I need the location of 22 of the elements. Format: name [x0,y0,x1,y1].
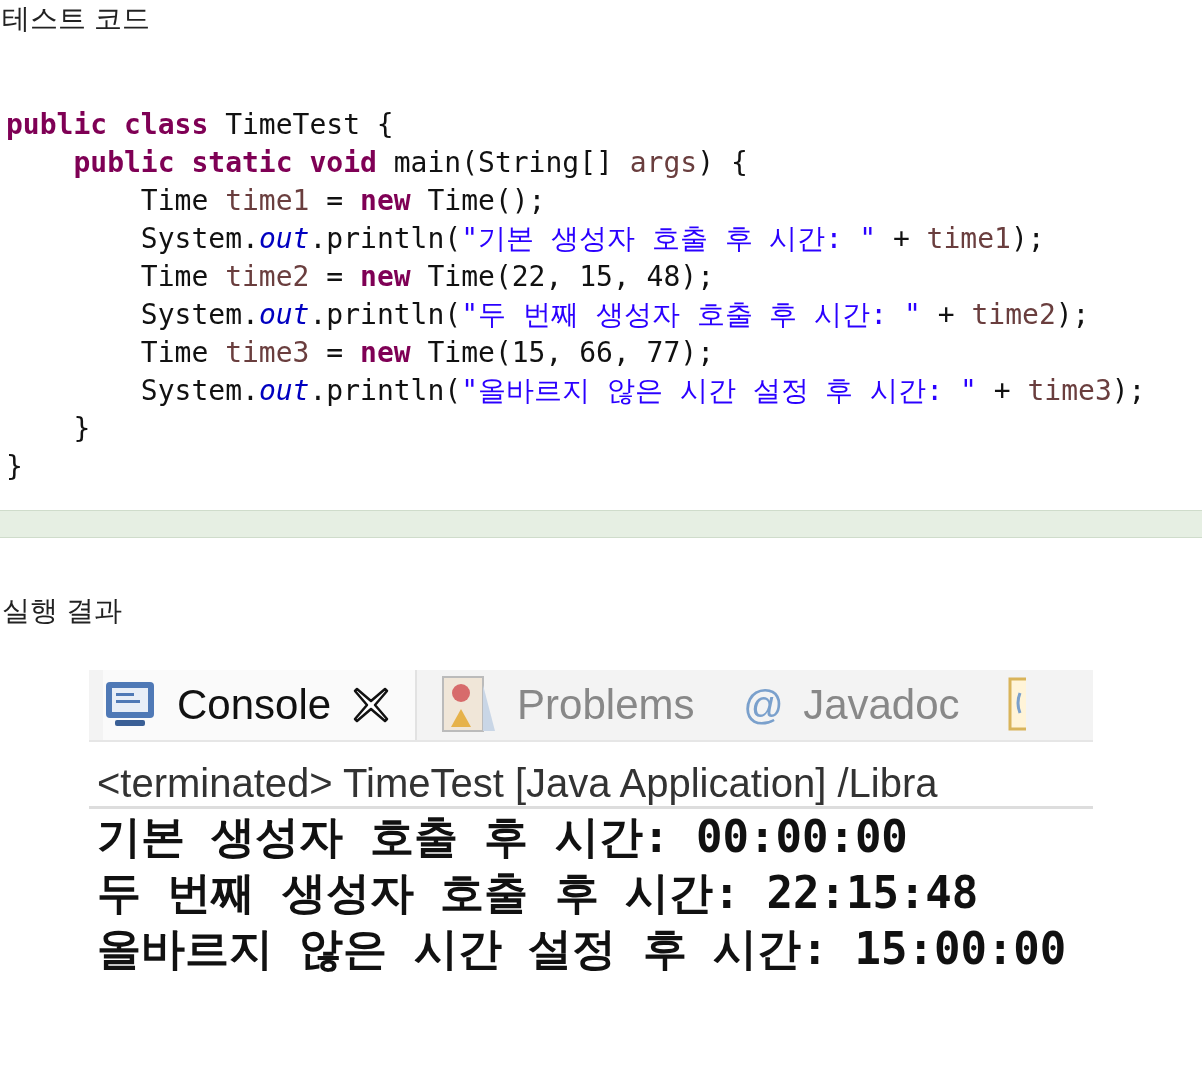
view-tab[interactable]: Problems [441,670,719,740]
code-line: System.out.println("두 번째 생성자 호출 후 시간: " + time2); [139,297,1090,333]
section-heading: 테스트 코드 [1,2,151,36]
section-heading: 실행 결과 [1,594,123,628]
console-output-line: 두 번째 생성자 호출 후 시간: 22:15:48 [96,866,979,920]
code-line: System.out.println("올바르지 않은 시간 설정 후 시간: " + time3); [139,373,1146,409]
console-status: <terminated> TimeTest [Java Application] /Libra [89,742,1093,809]
problems-icon [441,675,498,735]
console-output-line: 올바르지 않은 시간 설정 후 시간: 15:00:00 [96,922,1067,976]
view-tab[interactable]: @ Javadoc [742,670,984,740]
code-line: public class TimeTest { [6,107,394,143]
console-output-line: 기본 생성자 호출 후 시간: 00:00:00 [96,810,908,864]
view-tab[interactable]: Console [103,670,418,740]
code-line: } [6,449,23,485]
code-line: public static void main(String[] args) { [72,145,748,181]
code-line: System.out.println("기본 생성자 호출 후 시간: " + time1); [139,221,1045,257]
at-sign-icon: @ [742,682,784,728]
code-line: Time time1 = new Time(); [139,183,546,219]
code-line: Time time3 = new Time(15, 66, 77); [139,335,715,371]
code-line: } [72,411,91,447]
tab-icon [1007,677,1026,733]
code-line: Time time2 = new Time(22, 15, 48); [139,259,715,295]
